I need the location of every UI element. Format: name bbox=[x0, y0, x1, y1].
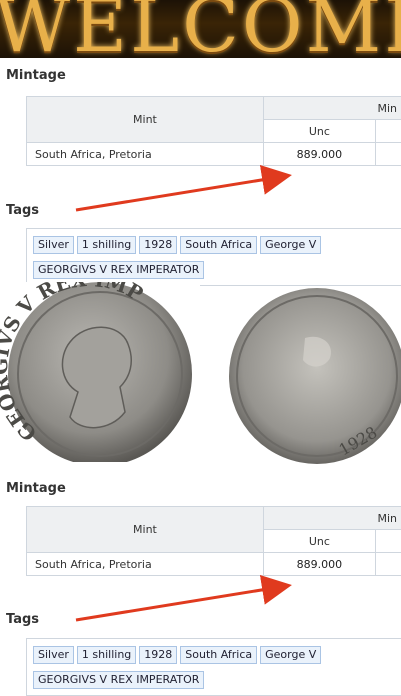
empty-header bbox=[374, 529, 401, 553]
empty-cell bbox=[374, 142, 401, 166]
unc-header: Unc bbox=[262, 119, 376, 143]
mint-column-header: Mint bbox=[26, 96, 264, 143]
mint-location-cell: South Africa, Pretoria bbox=[26, 552, 264, 576]
coin-reverse-photo: 1928 bbox=[225, 288, 401, 464]
arrow-to-mintage-value bbox=[75, 165, 292, 212]
mint-column-header: Mint bbox=[26, 506, 264, 553]
mintage-value-cell: 889.000 bbox=[262, 552, 376, 576]
tag-george-v[interactable]: George V bbox=[260, 646, 322, 664]
mintage-table: Mint Min Unc South Africa, Pretoria 889.… bbox=[26, 96, 401, 166]
tag-georgivs-legend[interactable]: GEORGIVS V REX IMPERATOR bbox=[33, 261, 205, 279]
tag-1-shilling[interactable]: 1 shilling bbox=[76, 236, 137, 254]
arrow-to-mintage-value bbox=[75, 575, 292, 622]
mintage-heading: Mintage bbox=[6, 481, 66, 496]
mintage-value-cell: 889.000 bbox=[262, 142, 376, 166]
tag-silver[interactable]: Silver bbox=[33, 646, 74, 664]
welcome-banner: WELCOME bbox=[0, 0, 401, 58]
empty-cell bbox=[374, 552, 401, 576]
mintage-group-header: Min bbox=[262, 96, 401, 120]
tag-1928[interactable]: 1928 bbox=[139, 646, 178, 664]
tag-1-shilling[interactable]: 1 shilling bbox=[76, 646, 137, 664]
coin-obverse-photo: GEORGIVS V REX IMPERATOR bbox=[0, 282, 200, 462]
mintage-heading: Mintage bbox=[6, 68, 66, 83]
tag-list: Silver 1 shilling 1928 South Africa George V… bbox=[26, 228, 401, 286]
empty-header bbox=[374, 119, 401, 143]
mint-location-cell: South Africa, Pretoria bbox=[26, 142, 264, 166]
unc-header: Unc bbox=[262, 529, 376, 553]
mintage-group-header: Min bbox=[262, 506, 401, 530]
tag-south-africa[interactable]: South Africa bbox=[180, 646, 258, 664]
tag-list: Silver 1 shilling 1928 South Africa George V… bbox=[26, 638, 401, 696]
tag-george-v[interactable]: George V bbox=[260, 236, 322, 254]
tag-silver[interactable]: Silver bbox=[33, 236, 74, 254]
mintage-table: Mint Min Unc South Africa, Pretoria 889.… bbox=[26, 506, 401, 576]
tags-heading: Tags bbox=[6, 612, 40, 627]
tag-1928[interactable]: 1928 bbox=[139, 236, 178, 254]
tag-south-africa[interactable]: South Africa bbox=[180, 236, 258, 254]
tag-georgivs-legend[interactable]: GEORGIVS V REX IMPERATOR bbox=[33, 671, 205, 689]
welcome-banner-text: WELCOME bbox=[0, 0, 401, 58]
tags-heading: Tags bbox=[6, 203, 40, 218]
